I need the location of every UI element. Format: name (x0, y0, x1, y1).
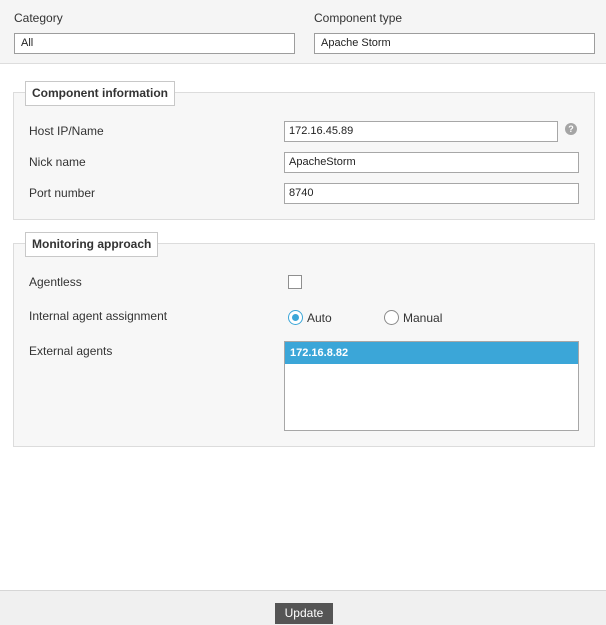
internal-agent-label: Internal agent assignment (29, 309, 168, 323)
agentless-label: Agentless (29, 275, 82, 289)
manual-radio[interactable] (384, 310, 399, 325)
monitoring-approach-panel: Monitoring approach Agentless Internal a… (13, 232, 595, 447)
auto-radio-label[interactable]: Auto (307, 311, 332, 325)
host-input[interactable]: 172.16.45.89 (284, 121, 558, 142)
nick-name-input[interactable]: ApacheStorm (284, 152, 579, 173)
port-number-label: Port number (29, 186, 96, 200)
category-select[interactable]: All (14, 33, 295, 54)
category-field: Category All (14, 11, 295, 54)
top-filter-bar: Category All Component type Apache Storm (0, 0, 606, 64)
component-type-field: Component type Apache Storm (314, 11, 595, 54)
nick-name-label: Nick name (29, 155, 86, 169)
external-agents-list[interactable]: 172.16.8.82 (284, 341, 579, 431)
manual-radio-label[interactable]: Manual (403, 311, 442, 325)
list-item[interactable]: 172.16.8.82 (285, 342, 578, 364)
component-type-label: Component type (314, 11, 403, 25)
host-label: Host IP/Name (29, 124, 104, 138)
component-information-panel: Component information Host IP/Name 172.1… (13, 81, 595, 220)
update-button[interactable]: Update (275, 603, 333, 624)
component-type-select[interactable]: Apache Storm (314, 33, 595, 54)
component-information-title: Component information (25, 81, 175, 106)
port-number-input[interactable]: 8740 (284, 183, 579, 204)
question-mark-icon[interactable]: ? (565, 123, 577, 135)
auto-radio[interactable] (288, 310, 303, 325)
footer-bar: Update (0, 590, 606, 625)
category-label: Category (14, 11, 63, 25)
agentless-checkbox[interactable] (288, 275, 302, 289)
monitoring-approach-title: Monitoring approach (25, 232, 159, 257)
external-agents-label: External agents (29, 344, 113, 358)
